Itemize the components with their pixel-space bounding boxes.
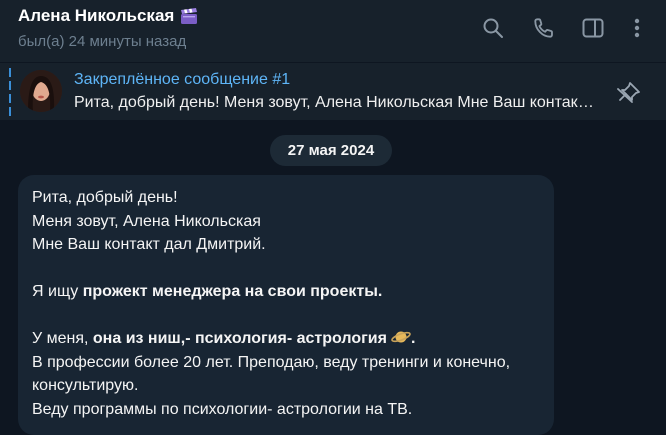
pinned-indicator xyxy=(9,68,11,116)
message-text-bold: она из ниш,- психология- астрология xyxy=(92,330,387,347)
ringed-planet-emoji-icon xyxy=(391,329,411,345)
clapperboard-emoji-icon xyxy=(180,8,198,24)
phone-icon[interactable] xyxy=(532,16,556,40)
message-text-plain: Я ищу xyxy=(32,283,83,300)
message-line: Веду программы по психологии- астрологии… xyxy=(32,400,413,418)
pinned-avatar xyxy=(20,70,62,112)
chat-title[interactable]: Алена Никольская xyxy=(18,6,198,26)
message-text-plain: У меня, xyxy=(32,330,93,347)
message-line: Я ищу прожект менеджера на свои проекты. xyxy=(32,280,547,304)
message-line: В профессии более 20 лет. Преподаю, веду… xyxy=(32,353,511,395)
pinned-text: Рита, добрый день! Меня зовут, Алена Ник… xyxy=(74,94,599,111)
pinned-title: Закреплённое сообщение #1 xyxy=(74,71,291,88)
message-text: Рита, добрый день! Меня зовут, Алена Ник… xyxy=(32,186,547,421)
unpin-icon[interactable] xyxy=(615,80,643,104)
pinned-message-bar[interactable]: Закреплённое сообщение #1 Рита, добрый д… xyxy=(0,63,666,120)
sidebar-toggle-icon[interactable] xyxy=(581,16,605,40)
message-text-bold: . xyxy=(410,330,416,347)
message-line: Рита, добрый день! xyxy=(32,189,178,206)
date-divider: 27 мая 2024 xyxy=(270,135,392,166)
message-line: У меня, она из ниш,- психология- астроло… xyxy=(32,327,547,351)
chat-header: Алена Никольская был(а) 24 минуты назад xyxy=(0,0,666,62)
search-icon[interactable] xyxy=(481,16,505,40)
message-line: Мне Ваш контакт дал Дмитрий. xyxy=(32,236,266,253)
chat-status: был(а) 24 минуты назад xyxy=(18,33,187,50)
message-line: Меня зовут, Алена Никольская xyxy=(32,212,261,230)
more-vert-icon[interactable] xyxy=(625,16,649,40)
chat-title-text: Алена Никольская xyxy=(18,6,175,25)
message-text-bold: прожект менеджера на свои проекты. xyxy=(82,283,383,300)
